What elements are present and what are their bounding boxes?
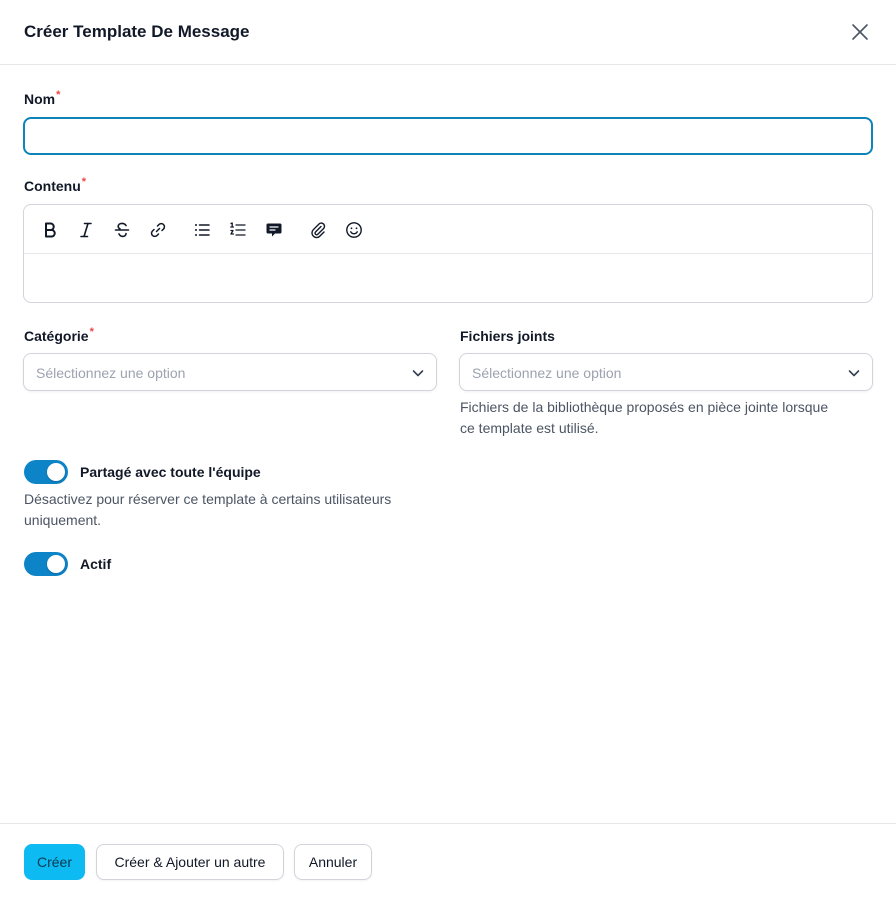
editor-toolbar xyxy=(24,205,872,254)
bold-icon xyxy=(45,222,56,238)
link-icon xyxy=(150,222,166,238)
required-mark: * xyxy=(81,176,87,188)
fichiers-joints-label: Fichiers joints xyxy=(460,328,555,344)
partage-toggle-label: Partagé avec toute l'équipe xyxy=(80,464,261,480)
cancel-button[interactable]: Annuler xyxy=(294,844,372,880)
comment-icon xyxy=(266,223,282,237)
partage-help-line: uniquement. xyxy=(24,512,102,528)
required-mark: * xyxy=(56,89,61,101)
contenu-label-text: Contenu xyxy=(24,178,81,194)
italic-button[interactable] xyxy=(74,218,98,242)
bullet-list-icon xyxy=(195,224,210,236)
link-button[interactable] xyxy=(146,218,170,242)
nom-label: Nom* xyxy=(24,89,61,107)
rich-text-editor xyxy=(23,204,873,303)
toggle-knob xyxy=(47,463,65,481)
fichiers-joints-help: Fichiers de la bibliothèque proposés en … xyxy=(460,397,828,439)
partage-help: Désactivez pour réserver ce template à c… xyxy=(24,489,391,531)
partage-help-line: Désactivez pour réserver ce template à c… xyxy=(24,491,392,507)
chevron-down-icon xyxy=(848,370,860,377)
numbered-list-button[interactable] xyxy=(226,218,250,242)
numbered-list-icon xyxy=(230,222,246,236)
create-button[interactable]: Créer xyxy=(24,844,85,880)
actif-toggle[interactable] xyxy=(24,552,68,576)
categorie-select[interactable]: Sélectionnez une option xyxy=(23,353,437,391)
required-mark: * xyxy=(89,326,94,338)
editor-content-area[interactable] xyxy=(24,254,872,302)
modal-header: Créer Template De Message xyxy=(0,0,896,65)
create-add-another-button[interactable]: Créer & Ajouter un autre xyxy=(96,844,284,880)
categorie-label: Catégorie* xyxy=(24,326,94,344)
contenu-label: Contenu* xyxy=(24,176,87,194)
partage-toggle[interactable] xyxy=(24,460,68,484)
comment-button[interactable] xyxy=(262,218,286,242)
footer-divider xyxy=(0,823,896,824)
attachment-icon xyxy=(311,222,326,239)
italic-icon xyxy=(80,222,92,238)
close-button[interactable] xyxy=(846,18,874,46)
attachment-button[interactable] xyxy=(306,218,330,242)
nom-input[interactable] xyxy=(23,117,873,155)
fichiers-joints-select-placeholder: Sélectionnez une option xyxy=(472,365,622,381)
strikethrough-icon xyxy=(114,222,130,238)
strikethrough-button[interactable] xyxy=(110,218,134,242)
fichiers-joints-help-line: Fichiers de la bibliothèque proposés en … xyxy=(460,399,829,415)
categorie-label-text: Catégorie xyxy=(24,328,89,344)
chevron-down-icon xyxy=(412,370,424,377)
actif-toggle-label: Actif xyxy=(80,556,112,572)
toggle-knob xyxy=(47,555,65,573)
close-icon xyxy=(852,24,868,40)
categorie-select-placeholder: Sélectionnez une option xyxy=(36,365,186,381)
fichiers-joints-help-line: ce template est utilisé. xyxy=(460,420,599,436)
bullet-list-button[interactable] xyxy=(190,218,214,242)
emoji-icon xyxy=(346,222,362,238)
bold-button[interactable] xyxy=(38,218,62,242)
fichiers-joints-select[interactable]: Sélectionnez une option xyxy=(459,353,873,391)
emoji-button[interactable] xyxy=(342,218,366,242)
nom-label-text: Nom xyxy=(24,91,56,107)
modal-title: Créer Template De Message xyxy=(24,22,250,41)
